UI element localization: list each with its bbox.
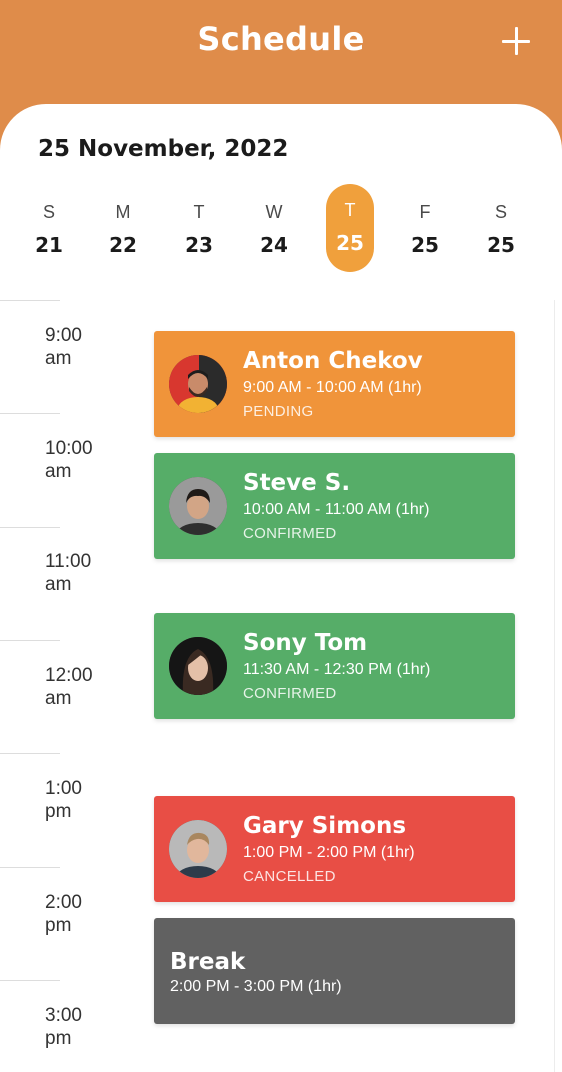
day-name: S	[494, 202, 507, 222]
day-name: T	[344, 200, 356, 220]
day-tue[interactable]: T 23	[175, 186, 223, 272]
appointment-name: Steve S.	[243, 470, 351, 496]
day-name: F	[419, 202, 431, 222]
time-label: 11:00 am	[45, 551, 92, 595]
day-date: 25	[336, 231, 364, 255]
break-title: Break	[170, 949, 246, 975]
day-date: 25	[487, 233, 515, 257]
day-name: W	[265, 202, 283, 222]
time-label: 10:00 am	[45, 438, 93, 482]
day-date: 22	[109, 233, 137, 257]
status-label: PENDING	[243, 403, 314, 420]
appointment-card[interactable]: Gary Simons 1:00 PM - 2:00 PM (1hr) CANC…	[154, 796, 515, 902]
day-sat[interactable]: S 25	[477, 186, 525, 272]
appointment-time: 9:00 AM - 10:00 AM (1hr)	[243, 379, 422, 396]
page-title: Schedule	[197, 20, 365, 58]
hour-divider	[0, 300, 60, 301]
day-name: M	[115, 202, 131, 222]
break-card[interactable]: Break 2:00 PM - 3:00 PM (1hr)	[154, 918, 515, 1024]
hour-divider	[0, 527, 60, 528]
appointment-time: 1:00 PM - 2:00 PM (1hr)	[243, 844, 415, 861]
day-wed[interactable]: W 24	[250, 186, 298, 272]
day-date: 24	[260, 233, 288, 257]
time-label: 9:00 am	[45, 325, 82, 369]
break-time: 2:00 PM - 3:00 PM (1hr)	[170, 978, 342, 995]
day-date: 23	[185, 233, 213, 257]
appointment-card[interactable]: Steve S. 10:00 AM - 11:00 AM (1hr) CONFI…	[154, 453, 515, 559]
day-sun[interactable]: S 21	[25, 186, 73, 272]
avatar	[169, 820, 227, 878]
appointment-name: Anton Chekov	[243, 348, 423, 374]
time-label: 12:00 am	[45, 665, 93, 709]
day-date: 21	[35, 233, 63, 257]
status-label: CONFIRMED	[243, 525, 337, 542]
time-label: 1:00 pm	[45, 778, 82, 822]
appointment-card[interactable]: Sony Tom 11:30 AM - 12:30 PM (1hr) CONFI…	[154, 613, 515, 719]
hour-divider	[0, 413, 60, 414]
time-label: 3:00 pm	[45, 1005, 82, 1049]
appointment-time: 11:30 AM - 12:30 PM (1hr)	[243, 661, 431, 678]
plus-icon[interactable]	[496, 22, 536, 62]
hour-divider	[0, 980, 60, 981]
time-label: 2:00 pm	[45, 892, 82, 936]
avatar	[169, 637, 227, 695]
hour-divider	[0, 753, 60, 754]
date-heading: 25 November, 2022	[38, 136, 289, 162]
day-name: T	[193, 202, 205, 222]
hour-divider	[0, 640, 60, 641]
status-label: CANCELLED	[243, 868, 336, 885]
appointment-name: Sony Tom	[243, 630, 368, 656]
appointment-time: 10:00 AM - 11:00 AM (1hr)	[243, 501, 430, 518]
scroll-track	[554, 300, 555, 1072]
appointment-card[interactable]: Anton Chekov 9:00 AM - 10:00 AM (1hr) PE…	[154, 331, 515, 437]
hour-divider	[0, 867, 60, 868]
day-mon[interactable]: M 22	[99, 186, 147, 272]
day-name: S	[42, 202, 55, 222]
week-strip: S 21 M 22 T 23 W 24 T 25 F 25 S 25	[0, 184, 562, 276]
avatar	[169, 477, 227, 535]
appointment-name: Gary Simons	[243, 813, 407, 839]
day-thu-selected[interactable]: T 25	[326, 184, 374, 272]
status-label: CONFIRMED	[243, 685, 337, 702]
avatar	[169, 355, 227, 413]
day-fri[interactable]: F 25	[401, 186, 449, 272]
day-date: 25	[411, 233, 439, 257]
